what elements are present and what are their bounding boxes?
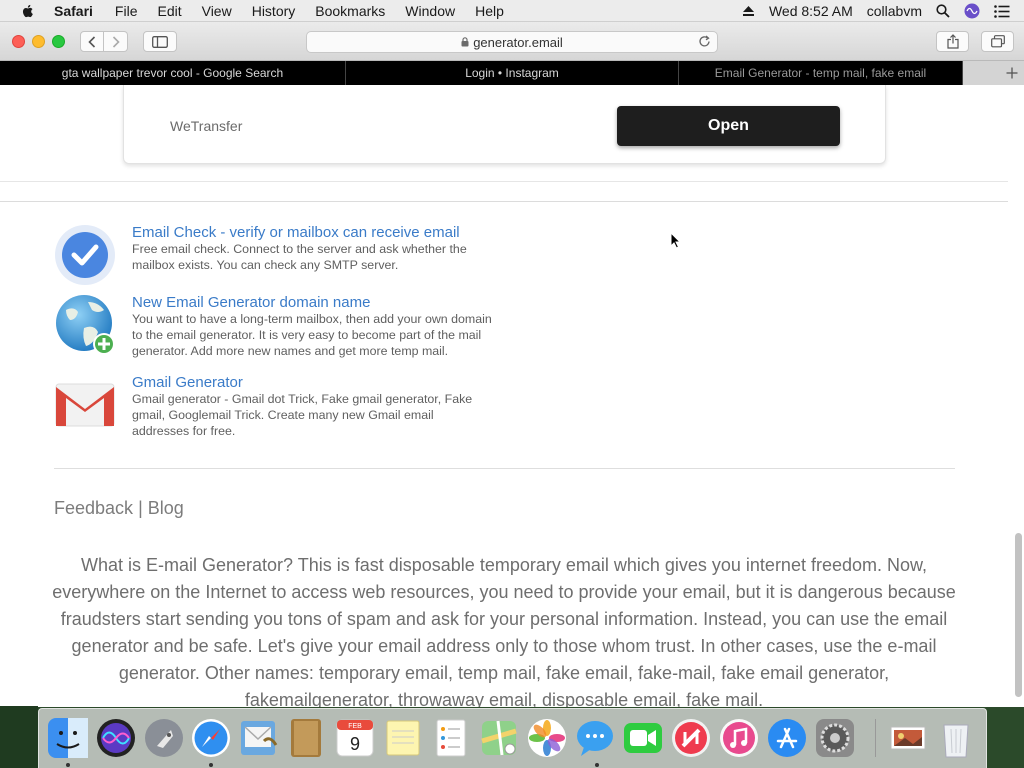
launchpad-icon[interactable] [143,717,185,759]
menu-view[interactable]: View [202,3,232,19]
gmail-icon [55,383,115,427]
chevron-right-icon [112,35,120,48]
calendar-month: FEB [348,723,362,730]
new-tab-button[interactable] [963,61,1024,85]
reminders-icon[interactable] [430,717,472,759]
globe-add-icon [56,295,115,355]
feature-title-link[interactable]: New Email Generator domain name [132,294,370,311]
calendar-day: 9 [350,734,360,754]
lock-icon [461,37,469,47]
page-scrollbar[interactable] [1015,533,1022,697]
feature-description: Gmail generator - Gmail dot Trick, Fake … [132,392,473,438]
chevron-left-icon [88,35,96,48]
footer-links: Feedback | Blog [54,498,184,519]
footer-divider [54,468,955,469]
facetime-icon[interactable] [622,717,664,759]
stickies-icon[interactable] [382,717,424,759]
tab-overview-icon [990,35,1005,48]
tab-overview-button[interactable] [981,31,1014,52]
running-indicator [595,763,599,767]
menubar-user[interactable]: collabvm [867,3,922,19]
photo-stack-icon[interactable] [887,717,929,759]
tab-google-search[interactable]: gta wallpaper trevor cool - Google Searc… [0,61,346,85]
running-indicator [66,763,70,767]
dock-separator [875,719,876,757]
open-button[interactable]: Open [617,106,840,146]
link-separator: | [133,498,148,518]
sidebar-icon [152,35,168,48]
open-in-app-card: WeTransfer Open [123,85,886,164]
feature-description: Free email check. Connect to the server … [132,242,467,272]
feedback-link[interactable]: Feedback [54,498,133,518]
messages-icon[interactable] [574,717,616,759]
notes-app-icon[interactable] [286,717,328,759]
mail-icon[interactable] [238,717,280,759]
apple-menu-icon[interactable] [20,3,36,19]
trash-icon[interactable] [935,717,977,759]
tab-instagram[interactable]: Login • Instagram [346,61,679,85]
menu-history[interactable]: History [252,3,296,19]
spotlight-search-icon[interactable] [936,4,950,18]
service-name: WeTransfer [170,118,243,134]
mouse-cursor-icon [670,232,681,249]
menu-bar: Safari File Edit View History Bookmarks … [0,0,1024,22]
blog-link[interactable]: Blog [148,498,184,518]
dock: FEB 9 [38,708,987,768]
feature-title-link[interactable]: Gmail Generator [132,374,243,391]
siri-icon[interactable] [95,717,137,759]
forward-button[interactable] [104,31,128,52]
tab-email-generator[interactable]: Email Generator - temp mail, fake email [679,61,963,85]
share-button[interactable] [936,31,969,52]
web-page: WeTransfer Open Email Check - verify or … [0,85,1024,707]
eject-icon[interactable] [742,5,755,17]
address-bar[interactable]: generator.email [306,31,718,53]
zoom-window-button[interactable] [52,35,65,48]
close-window-button[interactable] [12,35,25,48]
notification-center-icon[interactable] [994,4,1010,18]
running-indicator [209,763,213,767]
minimize-window-button[interactable] [32,35,45,48]
share-icon [946,34,959,49]
menu-bookmarks[interactable]: Bookmarks [315,3,385,19]
safari-icon[interactable] [190,717,232,759]
back-button[interactable] [80,31,104,52]
plus-icon [1006,67,1018,79]
itunes-icon[interactable] [718,717,760,759]
about-text: What is E-mail Generator? This is fast d… [52,555,956,707]
menubar-clock[interactable]: Wed 8:52 AM [769,3,853,19]
address-url: generator.email [473,34,563,50]
maps-icon[interactable] [478,717,520,759]
siri-menubar-icon[interactable] [964,3,980,19]
menu-help[interactable]: Help [475,3,504,19]
news-icon[interactable] [670,717,712,759]
desktop-background [0,706,38,768]
tab-bar: gta wallpaper trevor cool - Google Searc… [0,61,1024,85]
calendar-icon[interactable]: FEB 9 [334,717,376,759]
feature-description: You want to have a long-term mailbox, th… [132,312,492,358]
app-menu-safari[interactable]: Safari [54,3,93,19]
browser-toolbar: generator.email [0,22,1024,61]
photos-icon[interactable] [526,717,568,759]
reload-icon[interactable] [698,35,711,48]
show-sidebar-button[interactable] [143,31,177,52]
system-preferences-icon[interactable] [814,717,856,759]
finder-icon[interactable] [47,717,89,759]
menu-file[interactable]: File [115,3,138,19]
menu-window[interactable]: Window [405,3,455,19]
feature-title-link[interactable]: Email Check - verify or mailbox can rece… [132,224,460,241]
section-divider-band [0,181,1008,202]
app-store-icon[interactable] [766,717,808,759]
check-icon [55,225,115,285]
menu-edit[interactable]: Edit [157,3,181,19]
